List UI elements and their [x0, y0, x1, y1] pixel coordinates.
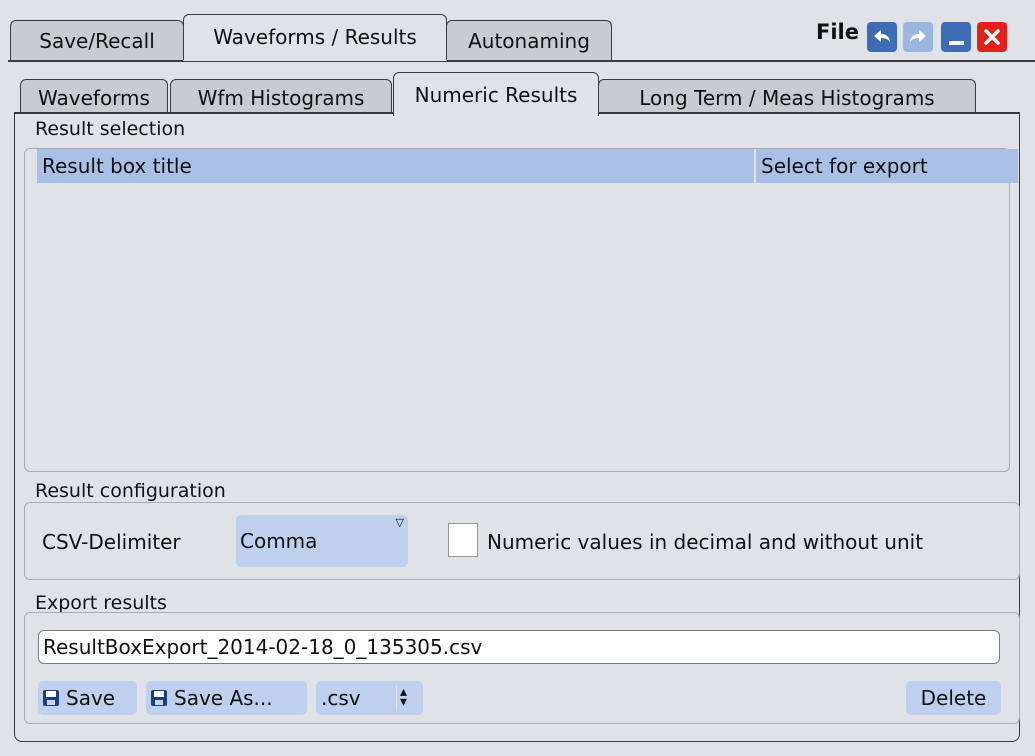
panel-title: File [816, 20, 859, 44]
floppy-icon [43, 690, 59, 706]
subtab-waveforms[interactable]: Waveforms [20, 79, 168, 115]
dropdown-triangle-icon: ▽ [395, 516, 404, 529]
subtab-numeric-results[interactable]: Numeric Results [393, 72, 599, 116]
minimize-button[interactable] [941, 22, 971, 52]
floppy-icon [151, 690, 167, 706]
redo-button[interactable] [903, 22, 933, 52]
column-header-select-for-export[interactable]: Select for export [756, 149, 1018, 183]
tab-divider [8, 60, 1035, 62]
tab-label: Waveforms / Results [213, 25, 417, 49]
format-select-divider [396, 685, 397, 711]
column-header-result-box-title[interactable]: Result box title [37, 149, 754, 183]
format-select[interactable]: .csv ▴ ▾ [316, 681, 423, 715]
numeric-values-checkbox[interactable] [448, 523, 478, 557]
tab-waveforms-results[interactable]: Waveforms / Results [183, 14, 447, 61]
result-configuration-group: CSV-Delimiter Comma ▽ Numeric values in … [24, 502, 1020, 580]
save-as-button[interactable]: Save As... [146, 681, 307, 715]
tab-label: Save/Recall [39, 28, 155, 53]
export-results-label: Export results [35, 592, 167, 614]
subtab-label: Waveforms [38, 85, 150, 110]
csv-delimiter-select[interactable]: Comma ▽ [236, 515, 408, 567]
close-icon [984, 29, 1000, 45]
subtab-label: Numeric Results [414, 82, 578, 107]
subtab-wfm-histograms[interactable]: Wfm Histograms [170, 79, 392, 115]
close-button[interactable] [977, 22, 1007, 52]
delete-button[interactable]: Delete [906, 681, 1001, 715]
export-filename-input[interactable] [38, 630, 1000, 664]
result-configuration-label: Result configuration [35, 480, 226, 502]
subtab-long-term-meas-histograms[interactable]: Long Term / Meas Histograms [598, 79, 976, 115]
updown-arrows-icon: ▴ ▾ [400, 684, 408, 710]
redo-icon [910, 30, 926, 42]
undo-icon [874, 30, 890, 42]
subtab-label: Long Term / Meas Histograms [639, 85, 935, 110]
csv-delimiter-label: CSV-Delimiter [42, 530, 181, 554]
undo-button[interactable] [867, 22, 897, 52]
subtab-label: Wfm Histograms [197, 85, 365, 110]
result-selection-label: Result selection [35, 118, 186, 140]
export-results-group: Save Save As... .csv ▴▾ Delete [24, 612, 1020, 724]
numeric-values-label: Numeric values in decimal and without un… [487, 530, 924, 554]
numeric-results-panel: Result selection Result box title Select… [14, 114, 1020, 742]
tab-save-recall[interactable]: Save/Recall [10, 20, 184, 60]
save-button[interactable]: Save [38, 681, 137, 715]
tab-label: Autonaming [468, 28, 590, 53]
result-selection-table: Result box title Select for export [24, 148, 1018, 472]
tab-autonaming[interactable]: Autonaming [446, 20, 612, 60]
minimize-icon [948, 41, 964, 45]
